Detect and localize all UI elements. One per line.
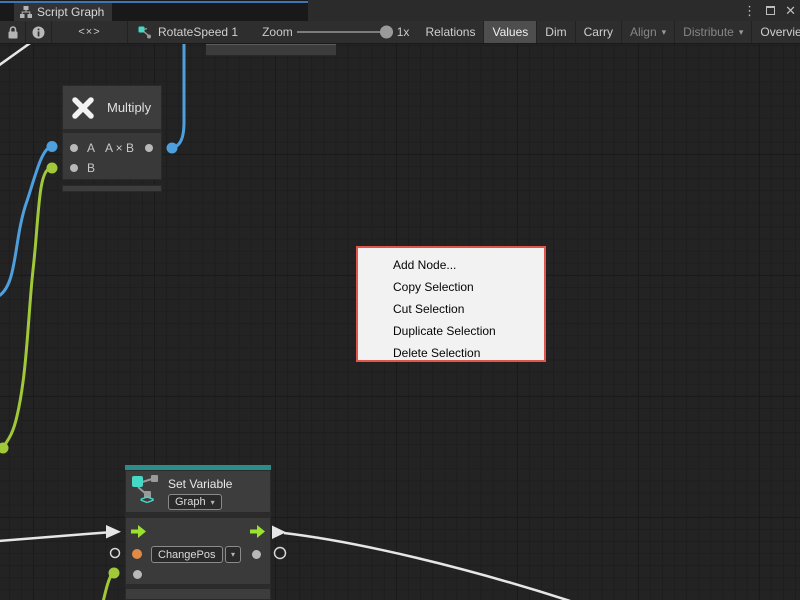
port-input-a[interactable] (70, 144, 78, 152)
wire-end-blue-out[interactable] (167, 143, 178, 154)
zoom-slider-track[interactable] (297, 31, 393, 33)
flow-input-arrow-icon[interactable] (131, 525, 146, 538)
menu-item-cut-selection[interactable]: Cut Selection (358, 298, 544, 320)
port-output-axb[interactable] (145, 144, 153, 152)
breadcrumb[interactable]: RotateSpeed 1 (128, 21, 248, 43)
setvar-header[interactable]: <> Set Variable Graph ▾ (125, 470, 271, 513)
tab-script-graph[interactable]: Script Graph (14, 3, 112, 21)
graph-hierarchy-icon (20, 6, 32, 18)
wire-white-into-setvar[interactable] (0, 533, 106, 542)
wire-arrowhead-in[interactable] (106, 525, 121, 539)
button-label: Overview (760, 25, 800, 39)
zoom-slider-handle[interactable] (380, 26, 393, 39)
toolbar-button-relations[interactable]: Relations (417, 21, 484, 43)
info-icon (32, 26, 45, 39)
wire-white-out-of-setvar[interactable] (284, 533, 570, 600)
variable-name-caret-button[interactable]: ▾ (225, 546, 241, 563)
chevron-down-icon: ▾ (662, 27, 667, 38)
button-label: Relations (425, 25, 475, 39)
edit-source-button[interactable]: <×> (52, 21, 128, 43)
window-menu-icon[interactable]: ⋮ (743, 3, 756, 19)
window-controls: ⋮ ✕ (743, 0, 796, 21)
node-title: Set Variable (168, 477, 232, 491)
setvar-footer (125, 588, 271, 600)
toolbar-button-dim[interactable]: Dim (537, 21, 575, 43)
floating-field[interactable] (206, 44, 336, 56)
port-input-fallback[interactable] (133, 570, 142, 579)
tab-label: Script Graph (37, 5, 104, 19)
toolbar-button-align[interactable]: Align ▾ (622, 21, 675, 43)
lock-button[interactable] (0, 21, 26, 43)
chevron-down-icon: ▾ (231, 550, 235, 559)
wire-green-bottom[interactable] (103, 574, 112, 600)
context-menu: Add Node... Copy Selection Cut Selection… (356, 246, 546, 362)
button-label: Align (630, 25, 657, 39)
chevron-down-icon: ▾ (211, 498, 215, 507)
wire-end-green-left[interactable] (0, 443, 9, 454)
code-icon: <×> (78, 26, 100, 38)
info-button[interactable] (26, 21, 52, 43)
port-variable-input[interactable] (132, 549, 142, 559)
script-graph-window: Script Graph ⋮ ✕ <×> (0, 0, 800, 600)
close-icon[interactable]: ✕ (785, 3, 796, 19)
toolbar-button-carry[interactable]: Carry (576, 21, 622, 43)
zoom-slider[interactable] (297, 21, 393, 43)
node-title: Multiply (107, 100, 151, 115)
variable-name-value: ChangePos (158, 549, 216, 561)
node-multiply[interactable]: Multiply A A × B B (62, 85, 162, 192)
wire-end-green-bottom[interactable] (109, 568, 120, 579)
chevron-down-icon: ▾ (739, 27, 744, 38)
wire-blue-output[interactable] (172, 44, 184, 148)
variable-scope-dropdown[interactable]: Graph ▾ (168, 494, 222, 510)
menu-item-delete-selection[interactable]: Delete Selection (358, 342, 544, 364)
wire-arrowhead-out[interactable] (272, 526, 286, 540)
graph-toolbar: <×> RotateSpeed 1 Zoom 1x Relations Valu… (0, 21, 800, 44)
menu-item-copy-selection[interactable]: Copy Selection (358, 276, 544, 298)
zoom-value: 1x (397, 21, 410, 43)
button-label: Dim (545, 25, 566, 39)
tab-strip: Script Graph ⋮ ✕ (0, 0, 800, 21)
toolbar-button-distribute[interactable]: Distribute ▾ (675, 21, 752, 43)
wire-white-topleft[interactable] (0, 44, 33, 66)
menu-item-add-node[interactable]: Add Node... (358, 254, 544, 276)
wire-blue-input-a[interactable] (0, 147, 50, 297)
wire-green-input-b[interactable] (4, 168, 50, 446)
port-input-b[interactable] (70, 164, 78, 172)
angle-brackets-icon: <> (140, 492, 153, 507)
port-ring-left[interactable] (111, 549, 120, 558)
wire-end-green-b[interactable] (47, 163, 58, 174)
button-label: Distribute (683, 25, 734, 39)
node-set-variable[interactable]: <> Set Variable Graph ▾ ChangePos (125, 465, 271, 600)
lock-icon (7, 26, 19, 39)
scope-value: Graph (175, 496, 206, 508)
port-ring-right[interactable] (275, 548, 286, 559)
multiply-footer (62, 185, 162, 192)
variable-name-dropdown[interactable]: ChangePos (151, 546, 223, 563)
port-output-value[interactable] (252, 550, 261, 559)
wire-end-blue-a[interactable] (47, 141, 58, 152)
flow-output-arrow-icon[interactable] (250, 525, 265, 538)
port-label-a: A (87, 141, 95, 155)
button-label: Carry (584, 25, 613, 39)
button-label: Values (492, 25, 528, 39)
menu-item-duplicate-selection[interactable]: Duplicate Selection (358, 320, 544, 342)
toolbar-button-values[interactable]: Values (484, 21, 537, 43)
setvar-body[interactable]: ChangePos ▾ (125, 517, 271, 585)
toolbar-button-overview[interactable]: Overview (752, 21, 800, 43)
maximize-icon[interactable] (766, 6, 775, 15)
multiply-body[interactable]: A A × B B (62, 132, 162, 180)
multiply-header[interactable]: Multiply (62, 85, 162, 130)
graph-canvas[interactable]: Multiply A A × B B (0, 44, 800, 600)
breadcrumb-label: RotateSpeed 1 (158, 25, 238, 39)
zoom-label: Zoom (262, 21, 293, 43)
multiply-icon (70, 95, 96, 121)
port-label-output: A × B (105, 141, 134, 155)
graph-breadcrumb-icon (138, 26, 152, 39)
port-label-b: B (87, 161, 95, 175)
